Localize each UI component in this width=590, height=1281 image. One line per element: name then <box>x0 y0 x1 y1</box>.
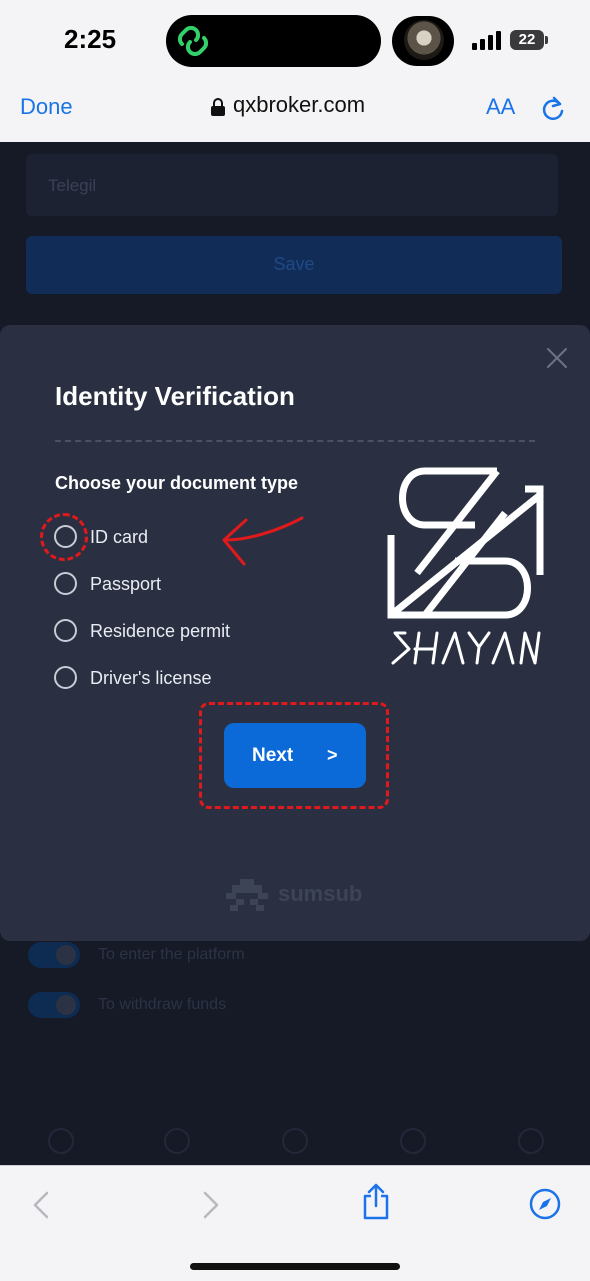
option-label: Passport <box>90 574 162 594</box>
nav-icon <box>282 1128 308 1154</box>
sumsub-icon <box>226 879 268 911</box>
signal-icon <box>472 31 501 50</box>
forward-icon[interactable] <box>200 1190 222 1220</box>
text-size-button[interactable]: AA <box>486 94 515 120</box>
share-icon[interactable] <box>361 1182 391 1222</box>
option-drivers-license[interactable]: Driver's license <box>54 665 314 691</box>
done-button[interactable]: Done <box>20 94 73 120</box>
annotation-arrow-icon <box>222 516 304 566</box>
radio-button[interactable] <box>54 619 77 642</box>
sumsub-logo: sumsub <box>226 877 366 913</box>
toggle-label: To enter the platform <box>98 946 245 963</box>
back-icon[interactable] <box>30 1190 52 1220</box>
toggle-switch <box>28 992 80 1018</box>
annotation-box <box>199 702 389 809</box>
shayan-logo <box>387 467 544 665</box>
divider <box>55 440 535 442</box>
lock-icon <box>211 98 225 116</box>
radio-button[interactable] <box>54 666 77 689</box>
reload-icon[interactable] <box>540 94 566 122</box>
toggle-switch <box>28 942 80 968</box>
option-label: Residence permit <box>90 621 231 641</box>
modal-title: Identity Verification <box>55 381 295 411</box>
background-toggle-row: To enter the platform <box>14 940 534 970</box>
battery-icon: 22 <box>510 30 544 50</box>
annotation-circle <box>40 513 88 561</box>
nav-icon <box>48 1128 74 1154</box>
nav-icon <box>164 1128 190 1154</box>
background-input: Telegil <box>26 154 558 216</box>
url-text[interactable]: qxbroker.com <box>233 92 365 118</box>
option-label: Driver's license <box>90 668 212 688</box>
avatar <box>404 20 444 60</box>
home-indicator <box>190 1263 400 1270</box>
close-icon[interactable] <box>546 347 568 369</box>
nav-icon <box>518 1128 544 1154</box>
background-nav <box>0 1122 590 1165</box>
option-residence-permit[interactable]: Residence permit <box>54 618 314 644</box>
background-toggle-row: To withdraw funds <box>14 990 534 1020</box>
status-bar: 2:25 22 <box>0 0 590 80</box>
background-save-button: Save <box>26 236 562 294</box>
sumsub-wordmark: sumsub <box>278 881 363 906</box>
battery-cap <box>545 36 548 44</box>
background-input-text: Telegil <box>48 176 97 195</box>
link-icon <box>177 26 209 56</box>
browser-url-bar: Done qxbroker.com AA <box>0 80 590 143</box>
compass-icon[interactable] <box>529 1188 561 1220</box>
clock: 2:25 <box>64 24 117 54</box>
radio-button[interactable] <box>54 572 77 595</box>
toggle-label: To withdraw funds <box>98 996 227 1013</box>
option-passport[interactable]: Passport <box>54 571 314 597</box>
document-type-heading: Choose your document type <box>55 473 299 493</box>
option-label: ID card <box>90 527 149 547</box>
background-save-label: Save <box>273 254 315 274</box>
nav-icon <box>400 1128 426 1154</box>
